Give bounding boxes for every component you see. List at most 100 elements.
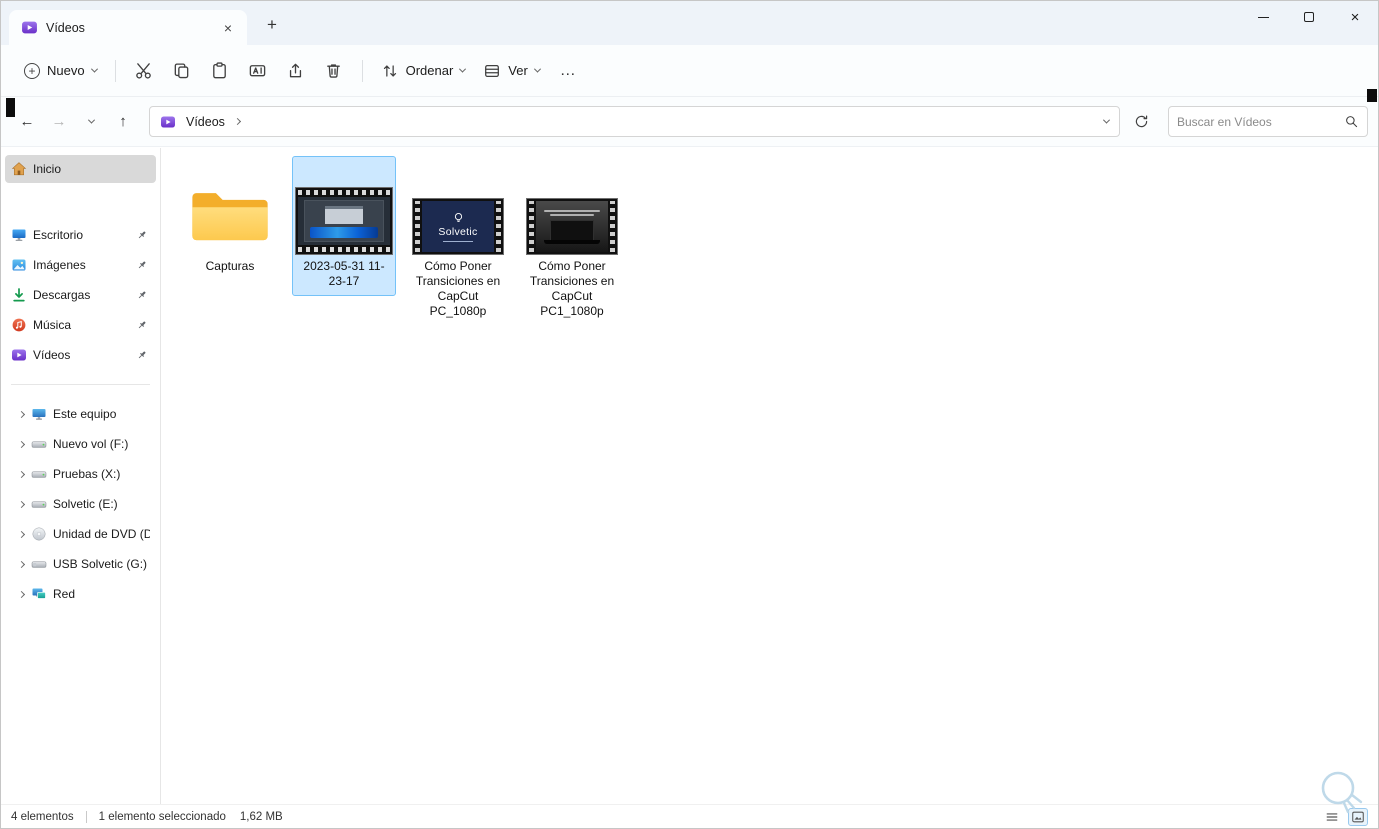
paste-button[interactable] [201,54,239,88]
sidebar-item-label: Unidad de DVD (D:) [53,527,150,541]
refresh-button[interactable] [1126,107,1156,137]
address-bar[interactable]: Vídeos [149,106,1120,137]
sidebar-item-red[interactable]: Red [5,580,156,608]
this-pc-icon [31,406,53,422]
breadcrumb-chevron-icon[interactable] [233,117,241,126]
expand-chevron-icon[interactable] [11,440,31,448]
expand-chevron-icon[interactable] [11,590,31,598]
file-name: Cómo Poner Transiciones en CapCut PC_108… [415,259,501,318]
minimize-icon [1257,16,1269,18]
new-tab-button[interactable]: + [257,10,287,40]
scissors-icon [136,63,151,79]
rename-button[interactable] [239,54,277,88]
lightbulb-logo-icon [454,212,462,222]
dvd-icon [31,526,53,542]
sort-button-label: Ordenar [405,63,454,78]
search-icon[interactable] [1344,114,1359,129]
refresh-icon [1135,115,1147,128]
recent-locations-button[interactable] [75,106,107,138]
back-button[interactable]: ← [11,106,43,138]
sidebar-item-descargas[interactable]: Descargas [5,281,156,309]
chevron-down-icon [459,65,467,73]
copy-icon [174,63,189,79]
file-tile-capcut-pc1[interactable]: Cómo Poner Transiciones en CapCut PC1_10… [520,156,624,326]
address-dropdown-icon[interactable] [1102,116,1111,124]
details-view-button[interactable] [1322,808,1342,826]
toolbar-separator [114,59,116,82]
sidebar-item-escritorio[interactable]: Escritorio [5,221,156,249]
video-thumbnail [295,187,393,255]
sidebar-item-imagenes[interactable]: Imágenes [5,251,156,279]
sidebar-item-solvetic-e[interactable]: Solvetic (E:) [5,490,156,518]
downloads-icon [11,287,33,303]
drive-icon [31,466,53,482]
window-controls: × [1240,1,1378,33]
drive-icon [31,496,53,512]
laptop-graphic [550,220,594,240]
expand-chevron-icon[interactable] [11,500,31,508]
sort-button[interactable]: Ordenar [372,55,475,87]
expand-chevron-icon[interactable] [11,410,31,418]
sidebar-item-label: Solvetic (E:) [53,497,118,511]
cut-button[interactable] [125,54,163,88]
maximize-button[interactable] [1286,1,1332,33]
paste-icon [213,62,226,79]
sidebar-item-este-equipo[interactable]: Este equipo [5,400,156,428]
close-button[interactable]: × [1332,1,1378,33]
delete-button[interactable] [315,54,353,88]
sidebar-item-videos[interactable]: Vídeos [5,341,156,369]
sidebar-item-label: Descargas [33,288,91,302]
drive-icon [31,436,53,452]
videos-folder-icon [21,19,38,36]
sidebar-item-inicio[interactable]: Inicio [5,155,156,183]
pin-icon [132,289,150,302]
sidebar-item-pruebas-x[interactable]: Pruebas (X:) [5,460,156,488]
minimize-button[interactable] [1240,1,1286,33]
sidebar-item-label: Nuevo vol (F:) [53,437,129,451]
expand-chevron-icon[interactable] [11,470,31,478]
selection-size: 1,62 MB [239,810,283,823]
sidebar-item-usb-solvetic-g[interactable]: USB Solvetic (G:) [5,550,156,578]
search-input[interactable] [1177,114,1344,129]
view-button[interactable]: Ver [474,55,549,87]
new-button-label: Nuevo [47,63,85,78]
navigation-pane: Inicio Escritorio Imágenes Descargas Mús… [1,148,161,804]
network-icon [31,586,53,602]
file-tile-capcut-pc[interactable]: Solvetic Cómo Poner Transiciones en CapC… [406,156,510,326]
pin-icon [132,319,150,332]
file-tile-capture-video[interactable]: 2023-05-31 11-23-17 [292,156,396,296]
status-bar: 4 elementos 1 elemento seleccionado 1,62… [1,804,1378,828]
file-list: Capturas 2023-05-31 11-23-17 Solvetic Có… [161,148,1378,804]
sidebar-item-nuevo-vol-f[interactable]: Nuevo vol (F:) [5,430,156,458]
thumbnail-caption-bar [443,240,473,242]
thumbnail-caption-bar [550,214,594,216]
details-view-icon [1326,812,1338,821]
tab-title: Vídeos [46,20,85,35]
pin-icon [132,229,150,242]
more-options-button[interactable]: … [549,54,587,88]
toolbar-separator [361,59,363,82]
breadcrumb-videos[interactable]: Vídeos [184,113,227,131]
expand-chevron-icon[interactable] [11,560,31,568]
screenshot-artifact [1367,89,1377,102]
forward-button[interactable]: → [43,106,75,138]
tab-bar: Vídeos × + × [1,1,1378,45]
sidebar-item-label: Red [53,587,76,601]
file-explorer-window: Vídeos × + × + Nuevo Ordenar Ver … ← → ↑… [0,0,1379,829]
sidebar-item-unidad-dvd-d[interactable]: Unidad de DVD (D:) [5,520,156,548]
new-button[interactable]: + Nuevo [15,56,106,86]
copy-button[interactable] [163,54,201,88]
expand-chevron-icon[interactable] [11,530,31,538]
tab-close-icon[interactable]: × [217,17,239,39]
chevron-down-icon [87,116,95,124]
large-icons-view-button[interactable] [1348,807,1368,826]
selection-count: 1 elemento seleccionado [98,810,226,823]
address-row: ← → ↑ Vídeos [1,97,1378,147]
sidebar-item-musica[interactable]: Música [5,311,156,339]
video-thumbnail [526,198,618,255]
tab-videos[interactable]: Vídeos × [9,10,247,45]
sidebar-item-label: Pruebas (X:) [53,467,121,481]
share-button[interactable] [277,54,315,88]
up-button[interactable]: ↑ [107,106,139,138]
file-tile-capturas[interactable]: Capturas [178,156,282,281]
